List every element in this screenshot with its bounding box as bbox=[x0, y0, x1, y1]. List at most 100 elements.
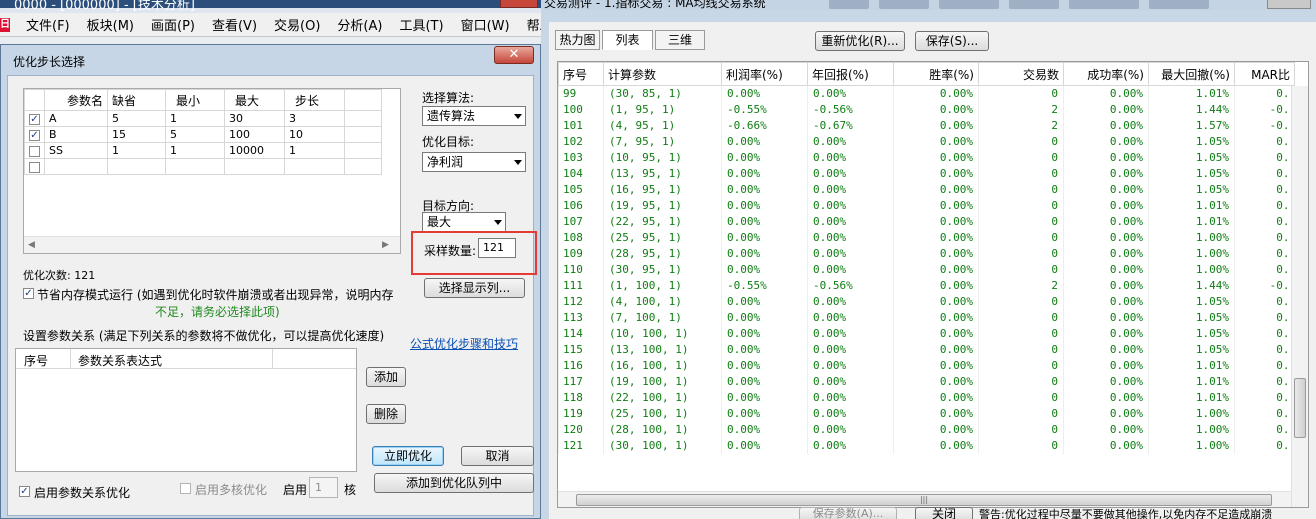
param-col-step[interactable]: 步长 bbox=[284, 89, 346, 111]
table-row[interactable]: 114 (10, 100, 1) 0.00% 0.00% 0.00% 0 0.00% 1.05… bbox=[558, 325, 1295, 342]
param-col-min[interactable]: 最小 bbox=[165, 89, 226, 111]
param-row-checkbox[interactable] bbox=[29, 145, 40, 157]
param-step-cell[interactable] bbox=[284, 158, 346, 175]
table-row[interactable]: 121 (30, 100, 1) 0.00% 0.00% 0.00% 0 0.00% 1.00… bbox=[558, 437, 1295, 454]
dialog-close-button[interactable]: ✕ bbox=[494, 46, 534, 64]
col-index[interactable]: 序号 bbox=[558, 62, 604, 86]
param-min-cell[interactable]: 1 bbox=[165, 142, 226, 159]
col-profit-rate[interactable]: 利润率(%) bbox=[721, 62, 808, 86]
menu-tools[interactable]: 工具(T) bbox=[391, 15, 452, 34]
menu-screen[interactable]: 画面(P) bbox=[143, 15, 204, 34]
param-row[interactable]: ✓ A 5 1 30 3 bbox=[24, 110, 383, 127]
param-default-cell[interactable]: 5 bbox=[107, 110, 167, 127]
main-close-button[interactable] bbox=[500, 0, 538, 8]
tab-list[interactable]: 列表 bbox=[602, 30, 653, 50]
param-row[interactable]: ✓ B 15 5 100 10 bbox=[24, 126, 383, 143]
relation-table[interactable]: 序号 参数关系表达式 bbox=[15, 348, 357, 472]
param-default-cell[interactable] bbox=[107, 158, 167, 175]
save-button[interactable]: 保存(S)... bbox=[915, 31, 989, 51]
evaluation-close-button[interactable] bbox=[1267, 0, 1311, 9]
table-row[interactable]: 109 (28, 95, 1) 0.00% 0.00% 0.00% 0 0.00% 1.00%… bbox=[558, 245, 1295, 262]
param-step-cell[interactable]: 10 bbox=[284, 126, 346, 143]
save-memory-label[interactable]: 节省内存模式运行 (如遇到优化时软件崩溃或者出现异常，说明内存 bbox=[37, 286, 394, 303]
sample-count-input[interactable]: 121 bbox=[478, 238, 516, 258]
param-name-cell[interactable]: A bbox=[43, 110, 109, 127]
param-max-cell[interactable]: 10000 bbox=[224, 142, 286, 159]
reoptimize-button[interactable]: 重新优化(R)... bbox=[815, 31, 905, 51]
scroll-left-icon[interactable]: ◀ bbox=[28, 240, 35, 250]
enable-relation-label[interactable]: 启用参数关系优化 bbox=[34, 484, 130, 501]
add-relation-button[interactable]: 添加 bbox=[366, 367, 406, 387]
param-col-name[interactable]: 参数名 bbox=[43, 89, 109, 111]
col-success-rate[interactable]: 成功率(%) bbox=[1063, 62, 1149, 86]
param-step-cell[interactable]: 1 bbox=[284, 142, 346, 159]
dialog-title-bar[interactable]: 优化步长选择 ✕ bbox=[1, 45, 540, 75]
param-max-cell[interactable] bbox=[224, 158, 286, 175]
menu-analysis[interactable]: 分析(A) bbox=[329, 15, 391, 34]
table-row[interactable]: 111 (1, 100, 1) -0.55% -0.56% 0.00% 2 0.00% 1.4… bbox=[558, 277, 1295, 294]
enable-relation-checkbox[interactable]: ✓ bbox=[19, 486, 30, 497]
table-row[interactable]: 102 (7, 95, 1) 0.00% 0.00% 0.00% 0 0.00% 1.05% 0… bbox=[558, 133, 1295, 150]
param-row[interactable]: SS 1 1 10000 1 bbox=[24, 142, 383, 159]
delete-relation-button[interactable]: 删除 bbox=[366, 404, 406, 424]
param-default-cell[interactable]: 15 bbox=[107, 126, 167, 143]
param-row-checkbox[interactable] bbox=[29, 161, 40, 173]
save-memory-checkbox[interactable]: ✓ bbox=[23, 288, 34, 299]
param-default-cell[interactable]: 1 bbox=[107, 142, 167, 159]
menu-file[interactable]: 文件(F) bbox=[18, 15, 79, 34]
table-row[interactable]: 106 (19, 95, 1) 0.00% 0.00% 0.00% 0 0.00% 1.01%… bbox=[558, 197, 1295, 214]
formula-tips-link[interactable]: 公式优化步骤和技巧 bbox=[410, 335, 518, 352]
menu-window[interactable]: 窗口(W) bbox=[453, 15, 519, 34]
menu-sector[interactable]: 板块(M) bbox=[79, 15, 143, 34]
param-row-checkbox[interactable]: ✓ bbox=[29, 113, 40, 125]
param-table-hscrollbar[interactable]: ◀ ▶ bbox=[24, 236, 400, 253]
tab-3d[interactable]: 三维 bbox=[655, 30, 705, 50]
save-params-button[interactable]: 保存参数(A)... bbox=[799, 507, 897, 519]
table-row[interactable]: 117 (19, 100, 1) 0.00% 0.00% 0.00% 0 0.00% 1.01… bbox=[558, 373, 1295, 390]
table-row[interactable]: 110 (30, 95, 1) 0.00% 0.00% 0.00% 0 0.00% 1.00%… bbox=[558, 261, 1295, 278]
table-row[interactable]: 108 (25, 95, 1) 0.00% 0.00% 0.00% 0 0.00% 1.00%… bbox=[558, 229, 1295, 246]
tab-heatmap[interactable]: 热力图 bbox=[555, 30, 600, 50]
start-optimize-button[interactable]: 立即优化 bbox=[372, 446, 444, 466]
table-row[interactable]: 99 (30, 85, 1) 0.00% 0.00% 0.00% 0 0.00% 1.01% 0… bbox=[558, 85, 1295, 102]
menu-view[interactable]: 查看(V) bbox=[204, 15, 266, 34]
table-row[interactable]: 118 (22, 100, 1) 0.00% 0.00% 0.00% 0 0.00% 1.01… bbox=[558, 389, 1295, 406]
param-row[interactable] bbox=[24, 158, 383, 175]
add-to-queue-button[interactable]: 添加到优化队列中 bbox=[374, 473, 534, 493]
param-col-default[interactable]: 缺省 bbox=[107, 89, 167, 111]
target-select[interactable]: 净利润 bbox=[422, 152, 526, 172]
table-row[interactable]: 107 (22, 95, 1) 0.00% 0.00% 0.00% 0 0.00% 1.01%… bbox=[558, 213, 1295, 230]
scroll-right-icon[interactable]: ▶ bbox=[382, 240, 389, 250]
col-mar-ratio[interactable]: MAR比 bbox=[1234, 62, 1295, 86]
param-row-checkbox[interactable]: ✓ bbox=[29, 129, 40, 141]
results-vscroll-thumb[interactable] bbox=[1294, 378, 1306, 438]
table-row[interactable]: 100 (1, 95, 1) -0.55% -0.56% 0.00% 2 0.00% 1.44… bbox=[558, 101, 1295, 118]
table-row[interactable]: 120 (28, 100, 1) 0.00% 0.00% 0.00% 0 0.00% 1.00… bbox=[558, 421, 1295, 438]
table-row[interactable]: 112 (4, 100, 1) 0.00% 0.00% 0.00% 0 0.00% 1.05%… bbox=[558, 293, 1295, 310]
table-row[interactable]: 103 (10, 95, 1) 0.00% 0.00% 0.00% 0 0.00% 1.05%… bbox=[558, 149, 1295, 166]
results-vscrollbar[interactable] bbox=[1291, 86, 1308, 507]
table-row[interactable]: 105 (16, 95, 1) 0.00% 0.00% 0.00% 0 0.00% 1.05%… bbox=[558, 181, 1295, 198]
param-max-cell[interactable]: 100 bbox=[224, 126, 286, 143]
table-row[interactable]: 119 (25, 100, 1) 0.00% 0.00% 0.00% 0 0.00% 1.00… bbox=[558, 405, 1295, 422]
param-col-max[interactable]: 最大 bbox=[224, 89, 286, 111]
col-max-drawdown[interactable]: 最大回撤(%) bbox=[1148, 62, 1235, 86]
close-button[interactable]: 关闭 bbox=[915, 507, 973, 519]
menu-trade[interactable]: 交易(O) bbox=[266, 15, 329, 34]
algorithm-select[interactable]: 遗传算法 bbox=[422, 106, 526, 126]
param-max-cell[interactable]: 30 bbox=[224, 110, 286, 127]
select-columns-button[interactable]: 选择显示列... bbox=[424, 278, 525, 298]
direction-select[interactable]: 最大 bbox=[422, 212, 506, 232]
cancel-button[interactable]: 取消 bbox=[461, 446, 534, 466]
param-min-cell[interactable]: 5 bbox=[165, 126, 226, 143]
table-row[interactable]: 113 (7, 100, 1) 0.00% 0.00% 0.00% 0 0.00% 1.05%… bbox=[558, 309, 1295, 326]
multicore-checkbox[interactable] bbox=[180, 483, 191, 494]
table-row[interactable]: 115 (13, 100, 1) 0.00% 0.00% 0.00% 0 0.00% 1.05… bbox=[558, 341, 1295, 358]
col-params[interactable]: 计算参数 bbox=[603, 62, 722, 86]
table-row[interactable]: 101 (4, 95, 1) -0.66% -0.67% 0.00% 2 0.00% 1.57… bbox=[558, 117, 1295, 134]
col-win-rate[interactable]: 胜率(%) bbox=[893, 62, 979, 86]
param-step-cell[interactable]: 3 bbox=[284, 110, 346, 127]
param-name-cell[interactable] bbox=[43, 158, 109, 175]
table-row[interactable]: 116 (16, 100, 1) 0.00% 0.00% 0.00% 0 0.00% 1.01… bbox=[558, 357, 1295, 374]
param-name-cell[interactable]: SS bbox=[43, 142, 109, 159]
